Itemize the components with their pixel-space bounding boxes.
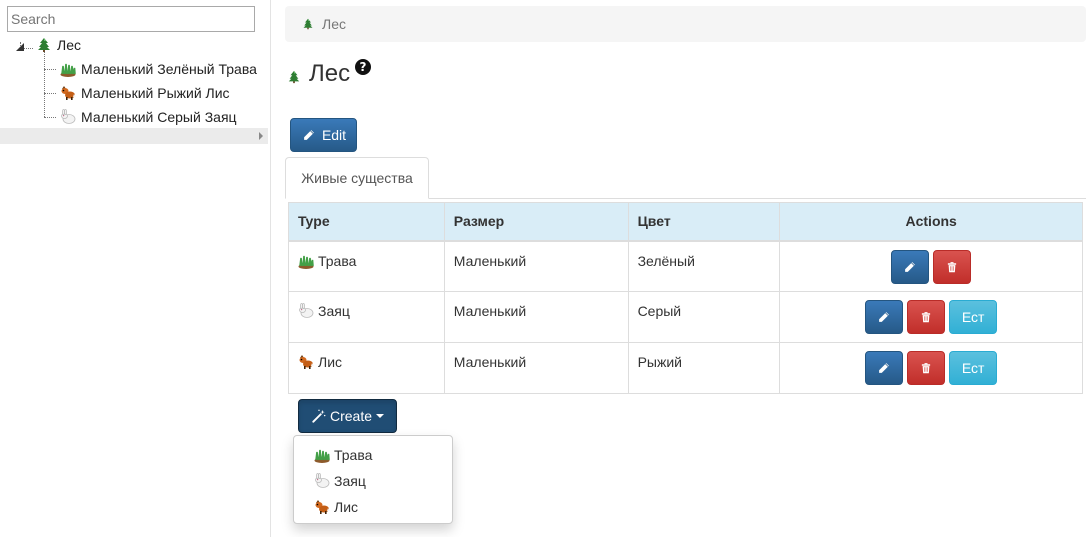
fox-icon <box>298 354 314 370</box>
table-header-row: Type Размер Цвет Actions <box>288 202 1083 242</box>
table-row: Трава Маленький Зелёный <box>288 240 1083 292</box>
cell-type: Заяц <box>288 291 445 343</box>
table-row: Заяц Маленький Серый Ест <box>288 291 1083 343</box>
cell-actions: Ест <box>779 342 1083 394</box>
table-row: Лис Маленький Рыжий Ест <box>288 342 1083 394</box>
row-edit-button[interactable] <box>865 351 904 385</box>
row-delete-button[interactable] <box>933 249 972 284</box>
tree-node-fox[interactable]: Маленький Рыжий Лис <box>60 82 230 104</box>
tab-label: Живые существа <box>301 170 413 186</box>
tree-connector <box>44 117 56 118</box>
cell-type: Трава <box>288 240 445 292</box>
create-dropdown-menu: Трава Заяц Лис <box>293 435 453 524</box>
cell-size: Маленький <box>443 342 629 394</box>
breadcrumb: Лес <box>285 6 1086 42</box>
tree-node-label: Маленький Серый Заяц <box>81 109 237 125</box>
tree-node-label: Лес <box>57 37 81 53</box>
menu-item-label: Лис <box>334 499 359 515</box>
tree-connector <box>44 93 56 94</box>
tree-scroll-bar[interactable] <box>0 128 268 144</box>
create-menu-item-hare[interactable]: Заяц <box>294 468 452 494</box>
cell-color: Серый <box>627 291 781 343</box>
column-header-color[interactable]: Цвет <box>627 202 781 242</box>
column-header-type[interactable]: Type <box>288 202 445 242</box>
hare-icon <box>314 473 330 489</box>
cell-size: Маленький <box>443 240 629 292</box>
fox-icon <box>60 85 76 101</box>
edit-button-label: Edit <box>321 127 347 143</box>
tree-connector <box>44 52 45 117</box>
tab-bar: Живые существа <box>285 157 1086 199</box>
cell-actions: Ест <box>779 291 1083 343</box>
row-edit-button[interactable] <box>865 300 904 334</box>
row-eat-button[interactable]: Ест <box>949 300 998 334</box>
tab-living-creatures[interactable]: Живые существа <box>285 157 429 199</box>
magic-wand-icon <box>311 409 327 423</box>
caret-down-icon <box>376 414 385 418</box>
page-title: Лес <box>286 60 350 88</box>
scroll-right-arrow-icon[interactable] <box>259 132 263 140</box>
column-header-actions: Actions <box>779 202 1083 242</box>
row-delete-button[interactable] <box>907 351 946 385</box>
breadcrumb-item[interactable]: Лес <box>322 16 346 32</box>
create-menu-item-grass[interactable]: Трава <box>294 442 452 468</box>
column-header-size[interactable]: Размер <box>443 202 629 242</box>
tree-node-label: Маленький Рыжий Лис <box>81 85 230 101</box>
create-menu-item-fox[interactable]: Лис <box>294 494 452 520</box>
tree-node-grass[interactable]: Маленький Зелёный Трава <box>60 58 257 80</box>
page-title-text: Лес <box>309 60 351 87</box>
create-dropdown-button[interactable]: Create <box>298 399 397 433</box>
hare-icon <box>298 303 314 319</box>
tree-collapse-toggle-icon[interactable] <box>16 43 24 51</box>
hare-icon <box>60 109 76 125</box>
pencil-icon <box>876 311 892 323</box>
fox-icon <box>314 499 330 515</box>
tree-icon <box>36 37 52 53</box>
tree-icon <box>300 18 316 30</box>
cell-size: Маленький <box>443 291 629 343</box>
tree-icon <box>286 70 302 84</box>
cell-type-label: Заяц <box>318 303 350 319</box>
tree-connector <box>44 69 56 70</box>
cell-type-label: Трава <box>318 252 357 269</box>
cell-color: Зелёный <box>627 240 781 292</box>
pencil-icon <box>301 129 317 141</box>
row-eat-button[interactable]: Ест <box>949 351 998 385</box>
edit-button[interactable]: Edit <box>290 118 357 152</box>
menu-item-label: Заяц <box>334 473 366 489</box>
create-button-label: Create <box>329 408 373 424</box>
grass-icon <box>60 61 76 77</box>
pencil-icon <box>902 261 918 273</box>
tree-node-root[interactable]: Лес <box>36 34 81 56</box>
menu-item-label: Трава <box>334 447 373 463</box>
tree-node-label: Маленький Зелёный Трава <box>81 61 257 77</box>
row-delete-button[interactable] <box>907 300 946 334</box>
trash-icon <box>918 362 934 374</box>
question-circle-icon[interactable]: ? <box>355 59 371 75</box>
cell-color: Рыжий <box>627 342 781 394</box>
tree-search-input[interactable] <box>7 6 255 32</box>
trash-icon <box>944 261 960 273</box>
grass-icon <box>298 253 314 269</box>
tree-panel: Лес Маленький Зелёный Трава Маленький Ры… <box>0 0 271 537</box>
cell-type-label: Лис <box>318 354 343 370</box>
tree-node-hare[interactable]: Маленький Серый Заяц <box>60 106 237 128</box>
grass-icon <box>314 447 330 463</box>
cell-type: Лис <box>288 342 445 394</box>
row-edit-button[interactable] <box>891 249 930 284</box>
cell-actions <box>779 240 1083 292</box>
pencil-icon <box>876 362 892 374</box>
trash-icon <box>918 311 934 323</box>
creatures-table: Type Размер Цвет Actions Трава Маленький… <box>288 202 1083 394</box>
